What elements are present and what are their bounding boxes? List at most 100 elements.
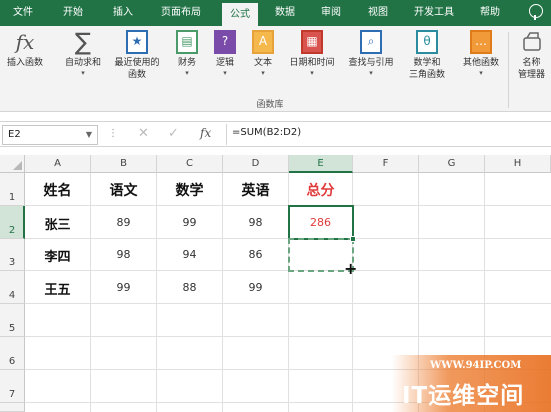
- tab-home[interactable]: 开始: [58, 0, 88, 26]
- finance-icon: ▤: [176, 30, 198, 54]
- date-time-button[interactable]: ▦ 日期和时间 ▾: [283, 30, 341, 78]
- column-header-a[interactable]: A: [25, 155, 91, 173]
- cell-d2[interactable]: 98: [223, 216, 288, 229]
- column-header-e[interactable]: E: [289, 155, 353, 173]
- math-trig-label: 数学和 三角函数: [408, 58, 445, 80]
- logical-label: 逻辑: [215, 58, 234, 68]
- recent-functions-button[interactable]: ★ 最近使用的 函数: [108, 30, 166, 81]
- sigma-icon: ∑: [74, 28, 92, 56]
- function-library-group-label: 函数库: [256, 100, 284, 110]
- row-header-8[interactable]: [0, 403, 25, 412]
- insert-function-button[interactable]: fx 插入函数: [2, 30, 48, 69]
- tab-insert[interactable]: 插入: [108, 0, 138, 26]
- autosum-dropdown-icon: ▾: [81, 69, 85, 77]
- cell-c1[interactable]: 数学: [157, 180, 222, 200]
- ribbon-tab-bar: 文件 开始 插入 页面布局 公式 数据 审阅 视图 开发工具 帮助: [0, 0, 551, 26]
- row-header-7[interactable]: 7: [0, 370, 25, 403]
- formula-input[interactable]: =SUM(B2:D2): [232, 127, 301, 138]
- recent-functions-label: 最近使用的 函数: [114, 58, 160, 80]
- tab-help[interactable]: 帮助: [475, 0, 505, 26]
- more-functions-button[interactable]: … 其他函数 ▾: [456, 30, 506, 78]
- date-time-label: 日期和时间: [289, 58, 335, 68]
- tab-file[interactable]: 文件: [8, 0, 38, 26]
- cell-e1[interactable]: 总分: [289, 180, 352, 200]
- autosum-button[interactable]: ∑ 自动求和 ▾: [58, 30, 108, 78]
- enter-check-icon[interactable]: ✓: [168, 126, 179, 141]
- tab-data[interactable]: 数据: [270, 0, 300, 26]
- select-all-corner[interactable]: [0, 155, 25, 173]
- lookup-reference-icon: ⌕: [360, 30, 382, 54]
- logical-dropdown-icon: ▾: [223, 69, 227, 77]
- watermark-url: WWW.94IP.COM: [430, 360, 522, 371]
- row-header-1[interactable]: 1: [0, 173, 25, 206]
- name-box-dropdown-icon[interactable]: ▼: [86, 126, 92, 144]
- lookup-reference-label: 查找与引用: [348, 58, 394, 68]
- cell-a4[interactable]: 王五: [25, 279, 90, 298]
- column-header-c[interactable]: C: [157, 155, 223, 173]
- insert-function-label: 插入函数: [6, 58, 43, 68]
- text-button[interactable]: A 文本 ▾: [246, 30, 280, 78]
- math-trig-button[interactable]: θ 数学和 三角函数: [402, 30, 452, 81]
- row-header-4[interactable]: 4: [0, 271, 25, 304]
- tab-review[interactable]: 审阅: [316, 0, 346, 26]
- tab-developer[interactable]: 开发工具: [408, 0, 460, 26]
- cell-d1[interactable]: 英语: [223, 180, 288, 200]
- text-dropdown-icon: ▾: [261, 69, 265, 77]
- date-time-dropdown-icon: ▾: [310, 69, 314, 77]
- financial-label: 财务: [177, 58, 196, 68]
- tab-view[interactable]: 视图: [363, 0, 393, 26]
- cell-b3[interactable]: 98: [91, 248, 156, 261]
- cell-b4[interactable]: 99: [91, 281, 156, 294]
- cell-a2[interactable]: 张三: [25, 214, 90, 233]
- name-manager-button[interactable]: 名称 管理器: [512, 30, 551, 81]
- text-function-icon: A: [252, 30, 274, 54]
- math-trig-icon: θ: [416, 30, 438, 54]
- ribbon-formulas: fx 插入函数 ∑ 自动求和 ▾ ★ 最近使用的 函数 ▤ 财务 ▾ ? 逻辑 …: [0, 26, 551, 112]
- name-box[interactable]: E2 ▼: [2, 125, 98, 145]
- formula-bar-grip-icon[interactable]: ⋮: [108, 128, 118, 139]
- column-header-d[interactable]: D: [223, 155, 289, 173]
- cell-b1[interactable]: 语文: [91, 180, 156, 200]
- fx-icon: fx: [15, 30, 35, 54]
- insert-function-fx-icon[interactable]: fx: [200, 126, 211, 140]
- formula-bar: E2 ▼ ⋮ ✕ ✓ fx =SUM(B2:D2): [0, 121, 551, 147]
- row-header-6[interactable]: 6: [0, 337, 25, 370]
- column-header-g[interactable]: G: [419, 155, 485, 173]
- cell-d4[interactable]: 99: [223, 281, 288, 294]
- logical-button[interactable]: ? 逻辑 ▾: [208, 30, 242, 78]
- cell-a1[interactable]: 姓名: [25, 180, 90, 200]
- name-box-value: E2: [8, 129, 21, 140]
- cancel-icon[interactable]: ✕: [138, 126, 149, 141]
- formula-input-separator: [226, 124, 227, 145]
- fill-handle[interactable]: [350, 236, 356, 242]
- cell-c2[interactable]: 99: [157, 216, 222, 229]
- name-manager-label: 名称 管理器: [517, 58, 545, 80]
- autosum-label: 自动求和: [64, 58, 101, 68]
- tell-me-lightbulb-icon[interactable]: [529, 4, 543, 20]
- fill-crosshair-cursor-icon: +: [344, 259, 358, 278]
- cell-d3[interactable]: 86: [223, 248, 288, 261]
- column-header-b[interactable]: B: [91, 155, 157, 173]
- name-manager-icon: [521, 30, 543, 54]
- row-header-2[interactable]: 2: [0, 206, 25, 239]
- financial-dropdown-icon: ▾: [185, 69, 189, 77]
- row-header-5[interactable]: 5: [0, 304, 25, 337]
- recent-functions-icon: ★: [126, 30, 148, 54]
- more-functions-dropdown-icon: ▾: [479, 69, 483, 77]
- cell-b2[interactable]: 89: [91, 216, 156, 229]
- tab-formulas[interactable]: 公式: [222, 3, 258, 26]
- cell-c3[interactable]: 94: [157, 248, 222, 261]
- watermark-title: IT运维空间: [402, 383, 525, 409]
- row-header-3[interactable]: 3: [0, 239, 25, 271]
- lookup-reference-button[interactable]: ⌕ 查找与引用 ▾: [342, 30, 400, 78]
- column-header-h[interactable]: H: [485, 155, 551, 173]
- more-functions-label: 其他函数: [462, 58, 499, 68]
- more-functions-icon: …: [470, 30, 492, 54]
- column-header-f[interactable]: F: [353, 155, 419, 173]
- text-label: 文本: [253, 58, 272, 68]
- tab-page-layout[interactable]: 页面布局: [155, 0, 207, 26]
- cell-c4[interactable]: 88: [157, 281, 222, 294]
- financial-button[interactable]: ▤ 财务 ▾: [170, 30, 204, 78]
- active-cell-border: [288, 205, 354, 240]
- cell-a3[interactable]: 李四: [25, 246, 90, 265]
